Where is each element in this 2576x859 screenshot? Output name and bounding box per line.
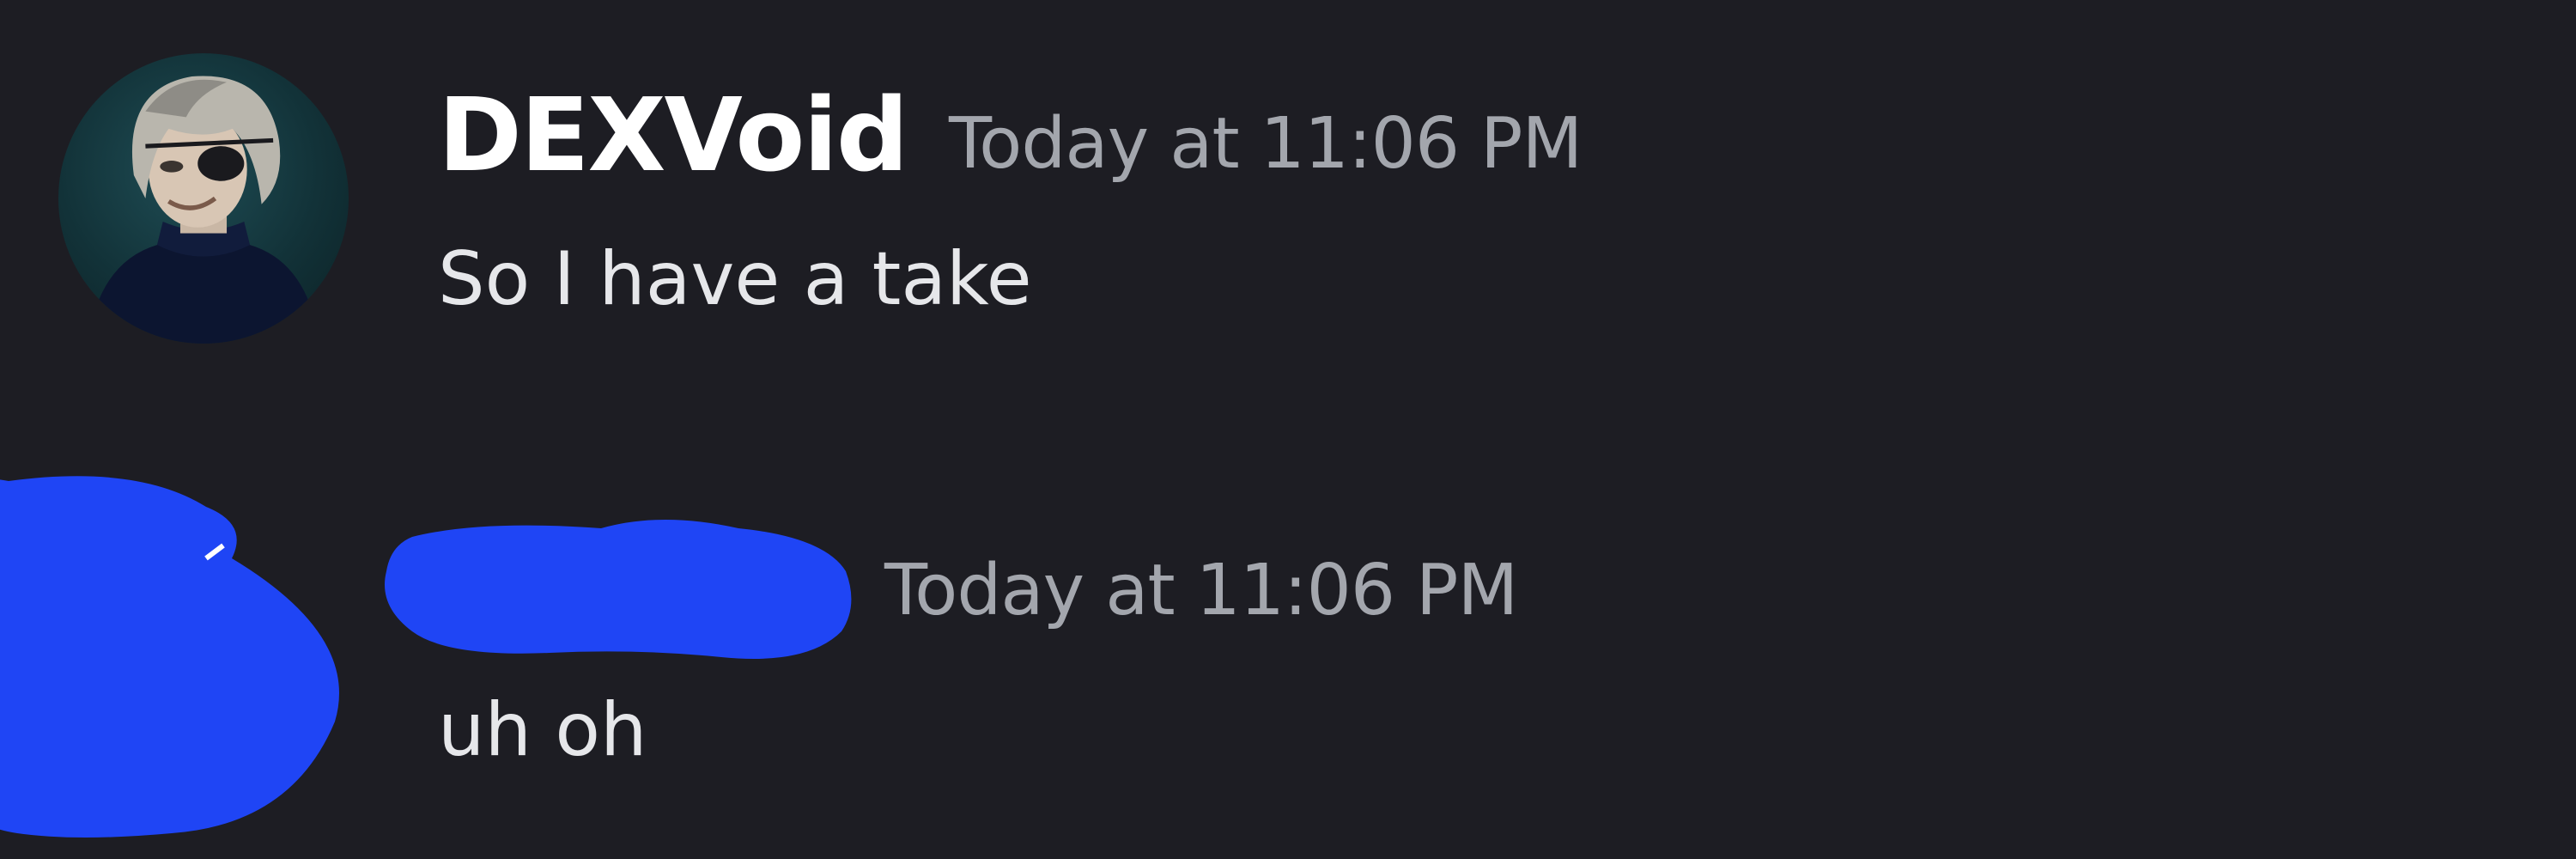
avatar-illustration (87, 76, 320, 344)
redaction-scribble (385, 520, 852, 659)
redacted-username[interactable] (378, 503, 859, 674)
username[interactable]: DEXVoid (438, 79, 908, 191)
message-timestamp[interactable]: Today at 11:06 PM (884, 548, 1518, 634)
chat-log: DEXVoid Today at 11:06 PM So I have a ta… (0, 0, 2576, 859)
message-timestamp[interactable]: Today at 11:06 PM (949, 101, 1583, 187)
message-item: Today at 11:06 PM uh oh (0, 447, 2576, 859)
message-content: uh oh (438, 687, 647, 773)
redaction-scribble (0, 476, 339, 838)
user-avatar[interactable] (58, 53, 349, 344)
message-item: DEXVoid Today at 11:06 PM So I have a ta… (0, 0, 2576, 378)
redacted-avatar[interactable] (0, 464, 361, 842)
message-content: So I have a take (438, 236, 1032, 322)
